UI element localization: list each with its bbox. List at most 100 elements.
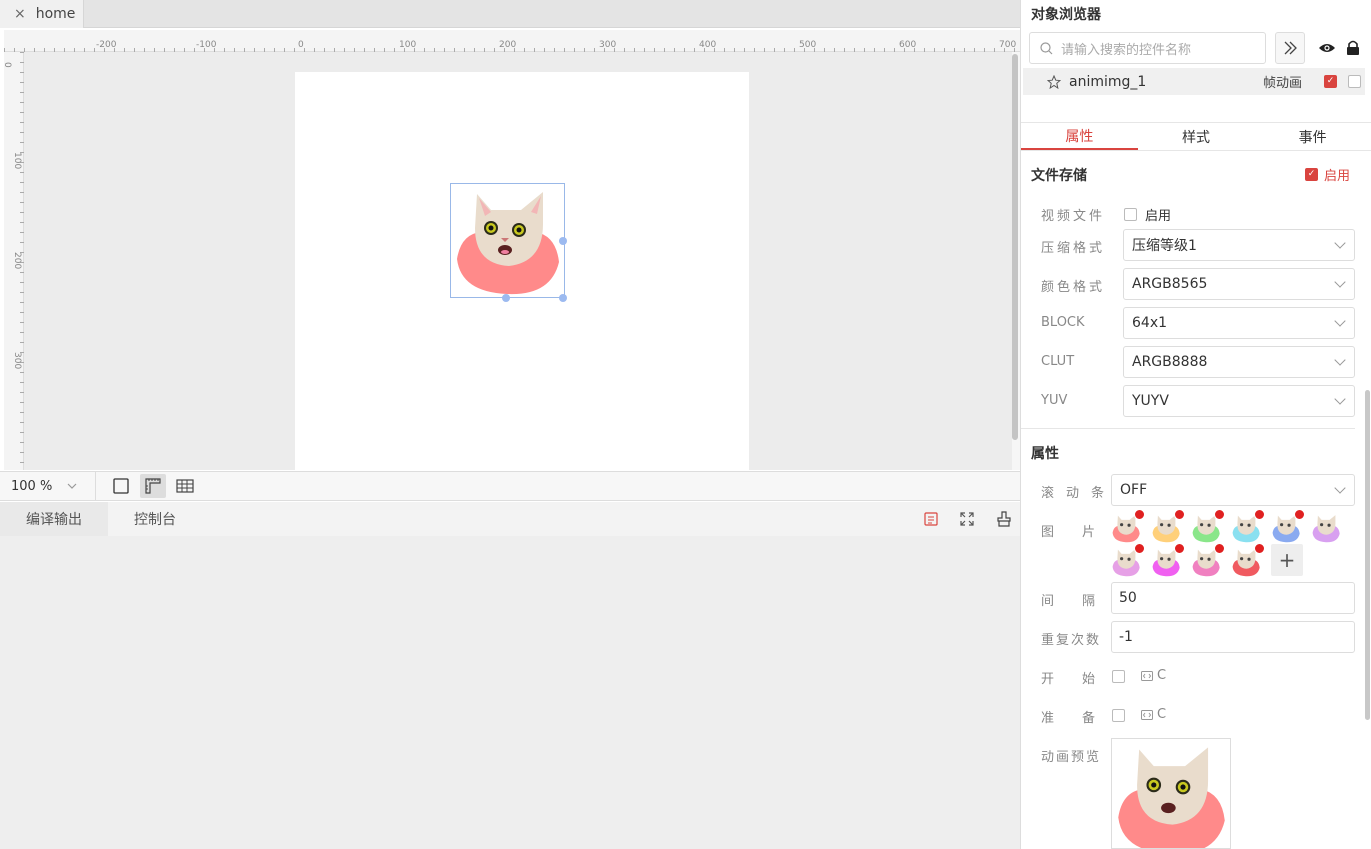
ruler-label: 700: [999, 40, 1017, 50]
tree-item-animimg[interactable]: animimg_1 帧动画 ✓: [1023, 68, 1365, 95]
video-file-label: 视频文件: [1041, 209, 1106, 224]
lock-icon[interactable]: [1346, 40, 1360, 56]
yuv-select[interactable]: YUYV: [1123, 385, 1355, 417]
enable-label: 启用: [1324, 169, 1351, 184]
remove-icon[interactable]: [1214, 509, 1225, 520]
select-value: 64x1: [1132, 315, 1168, 331]
file-storage-enable[interactable]: ✓ 启用: [1305, 165, 1350, 184]
code-label: C: [1157, 707, 1167, 722]
search-placeholder: 请输入搜索的控件名称: [1061, 42, 1192, 58]
remove-icon[interactable]: [1134, 543, 1145, 554]
start-checkbox[interactable]: [1112, 670, 1125, 683]
frame-thumbnail[interactable]: [1191, 509, 1225, 543]
tab-console[interactable]: 控制台: [108, 502, 202, 536]
fullscreen-icon[interactable]: [960, 512, 974, 526]
resize-handle[interactable]: [502, 294, 510, 302]
search-input[interactable]: 请输入搜索的控件名称: [1029, 32, 1266, 64]
chevron-down-icon: [1334, 482, 1346, 494]
clut-label: CLUT: [1041, 354, 1075, 369]
remove-icon[interactable]: [1254, 509, 1265, 520]
color-format-label: 颜色格式: [1041, 280, 1106, 295]
repeat-input[interactable]: -1: [1111, 621, 1355, 653]
tab-label: home: [35, 6, 76, 22]
clut-select[interactable]: ARGB8888: [1123, 346, 1355, 378]
video-enable-label: 启用: [1145, 209, 1172, 224]
tab-events[interactable]: 事件: [1254, 123, 1371, 150]
ready-checkbox[interactable]: [1112, 709, 1125, 722]
frame-thumbnail[interactable]: [1151, 543, 1185, 577]
remove-icon[interactable]: [1134, 509, 1145, 520]
scrollbar-select[interactable]: OFF: [1111, 474, 1355, 506]
eye-icon[interactable]: [1318, 41, 1336, 55]
add-frame-button[interactable]: +: [1271, 544, 1303, 576]
divider: [1021, 428, 1355, 429]
close-icon[interactable]: ×: [14, 6, 26, 22]
resize-handle[interactable]: [559, 294, 567, 302]
clear-brush-icon[interactable]: [996, 511, 1012, 527]
frame-thumbnail[interactable]: [1111, 509, 1145, 543]
frame-thumbnail[interactable]: [1191, 543, 1225, 577]
remove-icon[interactable]: [1174, 543, 1185, 554]
remove-icon[interactable]: [1254, 543, 1265, 554]
ruler-label: 300: [12, 352, 22, 370]
frame-thumbnail[interactable]: [1151, 509, 1185, 543]
ruler-toggle-button[interactable]: [140, 474, 166, 498]
input-value: 50: [1119, 590, 1137, 606]
frame-thumbnail[interactable]: [1231, 543, 1265, 577]
enable-checkbox[interactable]: ✓: [1305, 168, 1318, 181]
ruler-vertical: 0 100 200 300: [2, 52, 24, 470]
expand-button[interactable]: [1275, 32, 1305, 64]
code-label: C: [1157, 668, 1167, 683]
canvas-scrollbar[interactable]: [1012, 52, 1020, 470]
frame-thumbnail[interactable]: [1271, 509, 1305, 543]
grid-toggle-button[interactable]: [172, 474, 198, 498]
ruler-label: 100: [12, 152, 22, 170]
frame-thumbnail[interactable]: [1111, 543, 1145, 577]
zoom-value: 100 %: [11, 478, 53, 494]
start-code-link[interactable]: C: [1141, 668, 1166, 683]
ruler-label: 200: [12, 252, 22, 270]
ruler-label: 500: [799, 40, 817, 50]
ready-code-link[interactable]: C: [1141, 707, 1166, 722]
select-value: YUYV: [1132, 393, 1169, 409]
remove-icon[interactable]: [1174, 509, 1185, 520]
select-value: ARGB8565: [1132, 276, 1208, 292]
tab-home[interactable]: × home: [0, 0, 84, 28]
lock-checkbox[interactable]: [1348, 75, 1361, 88]
yuv-label: YUV: [1041, 393, 1068, 408]
video-checkbox[interactable]: [1124, 208, 1137, 221]
chevron-down-icon: [1334, 276, 1346, 288]
output-content: [0, 536, 1020, 849]
frame-thumbnail[interactable]: [1311, 513, 1341, 543]
color-format-select[interactable]: ARGB8565: [1123, 268, 1355, 300]
visible-checkbox[interactable]: ✓: [1324, 75, 1337, 88]
ruler-horizontal: -200 -100 0 100 200 300 400 500 600 700: [4, 30, 1020, 52]
block-select[interactable]: 64x1: [1123, 307, 1355, 339]
design-canvas[interactable]: [24, 52, 1012, 470]
animimg-widget[interactable]: [450, 183, 565, 298]
compress-format-select[interactable]: 压缩等级1: [1123, 229, 1355, 261]
video-enable[interactable]: 启用: [1124, 205, 1171, 224]
chevron-down-icon: [1334, 393, 1346, 405]
ruler-label: 200: [499, 40, 517, 50]
frame-thumbnail[interactable]: [1231, 509, 1265, 543]
tab-properties[interactable]: 属性: [1021, 123, 1138, 150]
frame-view-button[interactable]: [108, 474, 134, 498]
scrollbar-thumb[interactable]: [1012, 54, 1018, 440]
section-properties: 属性: [1031, 446, 1059, 462]
canvas-toolbar: 100 %: [0, 471, 1020, 501]
panel-scrollbar[interactable]: [1365, 390, 1370, 720]
remove-icon[interactable]: [1214, 543, 1225, 554]
chevron-down-icon: [1334, 315, 1346, 327]
repeat-label: 重复次数: [1041, 633, 1102, 648]
chevron-down-icon: [1334, 354, 1346, 366]
tab-styles[interactable]: 样式: [1138, 123, 1255, 150]
remove-icon[interactable]: [1294, 509, 1305, 520]
zoom-select[interactable]: 100 %: [0, 472, 96, 500]
select-value: OFF: [1120, 482, 1148, 498]
log-icon[interactable]: [924, 512, 938, 526]
interval-input[interactable]: 50: [1111, 582, 1355, 614]
tab-compile-output[interactable]: 编译输出: [0, 502, 108, 536]
ruler-label: 300: [599, 40, 617, 50]
resize-handle[interactable]: [559, 237, 567, 245]
